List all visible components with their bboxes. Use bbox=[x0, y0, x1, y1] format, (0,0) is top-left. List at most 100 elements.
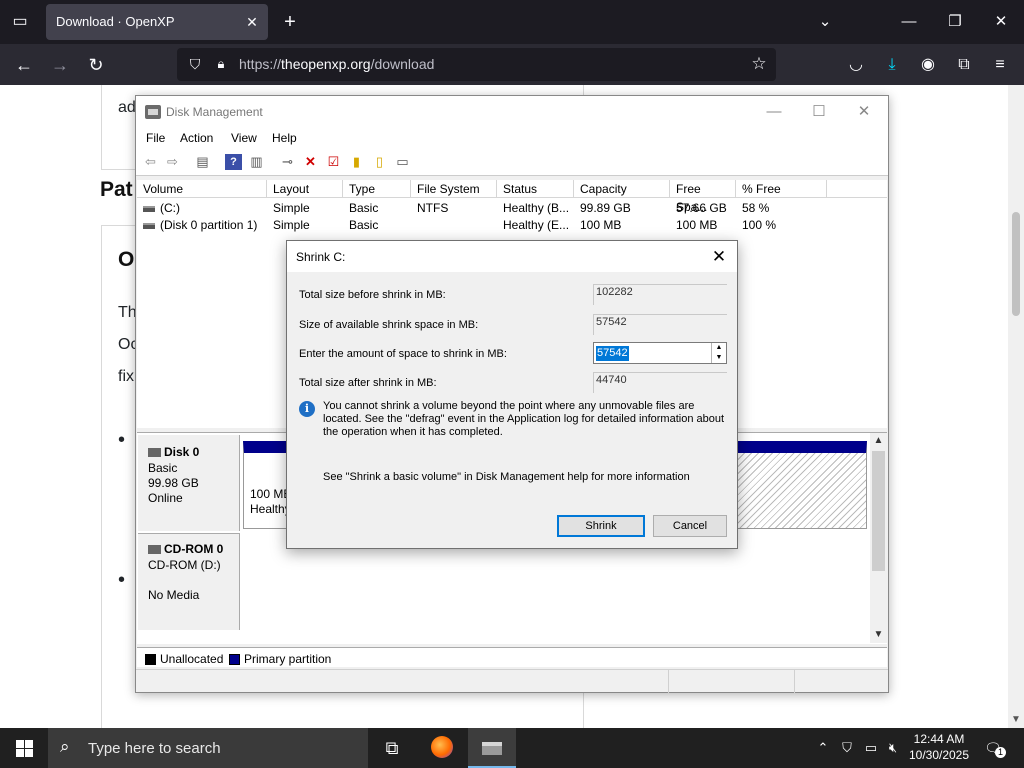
bullet: • bbox=[118, 569, 126, 591]
list-all-tabs-icon[interactable]: ▭ bbox=[8, 10, 32, 34]
network-icon[interactable]: ▭ bbox=[860, 728, 882, 768]
cell-status: Healthy (E... bbox=[503, 218, 570, 232]
connect-disk-icon[interactable]: ⊸ bbox=[279, 154, 296, 170]
col-header-volume[interactable]: Volume bbox=[137, 180, 267, 198]
minimize-icon[interactable]: — bbox=[754, 100, 794, 124]
scroll-up-arrow-icon[interactable]: ▲ bbox=[870, 433, 887, 449]
menu-file[interactable]: File bbox=[146, 131, 165, 145]
lock-icon[interactable]: 🔒︎ bbox=[211, 54, 231, 74]
firefox-taskbar-button[interactable] bbox=[418, 728, 466, 768]
start-button[interactable] bbox=[0, 728, 48, 768]
menu-view[interactable]: View bbox=[231, 131, 257, 145]
reload-icon[interactable]: ↻ bbox=[82, 51, 110, 79]
clock[interactable]: 12:44 AM 10/30/2025 bbox=[904, 731, 974, 763]
volume-muted-icon[interactable]: 🔇︎ bbox=[882, 728, 904, 768]
cdrom0-drive: CD-ROM (D:) bbox=[148, 558, 221, 572]
back-icon[interactable]: ← bbox=[10, 51, 38, 79]
taskbar-search[interactable]: ⌕ Type here to search bbox=[48, 728, 368, 768]
dm-title-bar[interactable]: Disk Management — ☐ ✕ bbox=[136, 96, 888, 128]
disk0-size: 99.98 GB bbox=[148, 476, 199, 490]
folder-up-icon[interactable]: ▮ bbox=[348, 154, 365, 170]
menu-icon[interactable]: ≡ bbox=[987, 52, 1013, 78]
shrink-amount-value[interactable]: 57542 bbox=[596, 346, 629, 361]
maximize-icon[interactable]: ☐ bbox=[799, 100, 839, 124]
page-scrollbar-thumb[interactable] bbox=[1012, 212, 1020, 316]
close-icon[interactable]: ✕ bbox=[987, 8, 1015, 36]
disk0-label[interactable]: Disk 0 Basic 99.98 GB Online bbox=[138, 435, 240, 531]
close-tab-icon[interactable]: ✕ bbox=[242, 12, 262, 32]
show-hidden-icons-icon[interactable]: ⌃ bbox=[812, 728, 834, 768]
graph-scrollbar-thumb[interactable] bbox=[872, 451, 885, 571]
disk-management-icon bbox=[482, 742, 502, 755]
shrink-amount-stepper[interactable]: 57542 ▲ ▼ bbox=[593, 342, 727, 364]
url-bar[interactable]: ⛉ 🔒︎ https://theopenxp.org/download ☆ bbox=[177, 48, 776, 81]
cancel-button[interactable]: Cancel bbox=[653, 515, 727, 537]
cell-type: Basic bbox=[349, 201, 379, 215]
downloads-icon[interactable]: ⤓ bbox=[879, 52, 905, 78]
page-scrollbar[interactable]: ▼ bbox=[1008, 85, 1024, 728]
cell-volume: (Disk 0 partition 1) bbox=[160, 218, 258, 232]
close-icon[interactable]: ✕ bbox=[844, 100, 884, 124]
url-text[interactable]: https://theopenxp.org/download bbox=[239, 56, 434, 72]
forward-icon[interactable]: → bbox=[46, 51, 74, 79]
shield-icon[interactable]: ⛉ bbox=[185, 54, 205, 74]
dm-menu-bar: File Action View Help bbox=[136, 128, 888, 148]
scroll-down-arrow-icon[interactable]: ▼ bbox=[870, 627, 887, 643]
col-header-status[interactable]: Status bbox=[497, 180, 574, 198]
col-header-layout[interactable]: Layout bbox=[267, 180, 343, 198]
help-icon[interactable]: ? bbox=[225, 154, 242, 170]
folder-search-icon[interactable]: ▯ bbox=[371, 154, 388, 170]
close-icon[interactable]: ✕ bbox=[707, 245, 731, 269]
scroll-down-arrow-icon[interactable]: ▼ bbox=[1008, 712, 1024, 728]
extensions-icon[interactable]: ⧉ bbox=[951, 52, 977, 78]
cdrom0-label[interactable]: CD-ROM 0 CD-ROM (D:) No Media bbox=[138, 533, 240, 630]
bookmark-star-icon[interactable]: ☆ bbox=[748, 53, 770, 75]
properties-icon[interactable]: ▥ bbox=[248, 154, 265, 170]
search-placeholder: Type here to search bbox=[88, 740, 221, 757]
shield-tray-icon[interactable]: ⛉ bbox=[836, 728, 858, 768]
disk0-partition-1[interactable]: 100 MB Healthy bbox=[243, 441, 291, 529]
disk-icon bbox=[148, 448, 161, 458]
col-header-percent-free[interactable]: % Free bbox=[736, 180, 827, 198]
account-icon[interactable]: ◉ bbox=[915, 52, 941, 78]
shrink-button[interactable]: Shrink bbox=[557, 515, 645, 537]
new-tab-icon[interactable]: + bbox=[278, 10, 302, 34]
cdrom0-name: CD-ROM 0 bbox=[164, 542, 224, 556]
col-header-filesystem[interactable]: File System bbox=[411, 180, 497, 198]
legend-primary-partition: Primary partition bbox=[229, 652, 331, 666]
dialog-title-bar[interactable]: Shrink C: ✕ bbox=[287, 241, 737, 272]
back-arrow-icon[interactable]: ⇦ bbox=[142, 154, 159, 170]
cell-layout: Simple bbox=[273, 218, 310, 232]
forward-arrow-icon[interactable]: ⇨ bbox=[164, 154, 181, 170]
spin-up-icon[interactable]: ▲ bbox=[711, 343, 726, 353]
pocket-icon[interactable]: ◡ bbox=[843, 52, 869, 78]
cell-percent-free: 58 % bbox=[742, 201, 770, 215]
minimize-icon[interactable]: — bbox=[895, 8, 923, 36]
checklist-icon[interactable]: ☑ bbox=[325, 154, 342, 170]
volume-icon bbox=[143, 205, 155, 212]
col-header-type[interactable]: Type bbox=[343, 180, 411, 198]
col-header-capacity[interactable]: Capacity bbox=[574, 180, 670, 198]
help-text: See "Shrink a basic volume" in Disk Mana… bbox=[323, 471, 690, 483]
col-header-empty bbox=[827, 180, 887, 198]
task-view-icon[interactable]: ⧉ bbox=[368, 728, 416, 768]
chevron-down-icon[interactable]: ⌄ bbox=[811, 8, 839, 36]
cell-free-space: 57.66 GB bbox=[676, 201, 727, 215]
spin-down-icon[interactable]: ▼ bbox=[711, 353, 726, 363]
disk-management-taskbar-button[interactable] bbox=[468, 728, 516, 768]
restore-icon[interactable]: ❐ bbox=[941, 8, 969, 36]
legend-swatch bbox=[229, 654, 240, 666]
delete-icon[interactable]: ✕ bbox=[302, 154, 319, 170]
total-after-field: 44740 bbox=[593, 372, 727, 393]
browser-tab[interactable]: Download · OpenXP ✕ bbox=[46, 4, 268, 40]
console-tree-icon[interactable]: ▤ bbox=[194, 154, 211, 170]
disk0-partition-c[interactable] bbox=[737, 441, 867, 529]
shrink-dialog: Shrink C: ✕ Total size before shrink in … bbox=[286, 240, 738, 549]
menu-help[interactable]: Help bbox=[272, 131, 297, 145]
menu-action[interactable]: Action bbox=[180, 131, 213, 145]
notification-icon[interactable]: 🗨︎ 1 bbox=[980, 736, 1006, 760]
page-heading-fragment: Pat bbox=[100, 178, 133, 201]
col-header-free-space[interactable]: Free Spa... bbox=[670, 180, 736, 214]
graph-scrollbar[interactable]: ▲ ▼ bbox=[870, 433, 887, 643]
settings-panel-icon[interactable]: ▭ bbox=[394, 154, 411, 170]
